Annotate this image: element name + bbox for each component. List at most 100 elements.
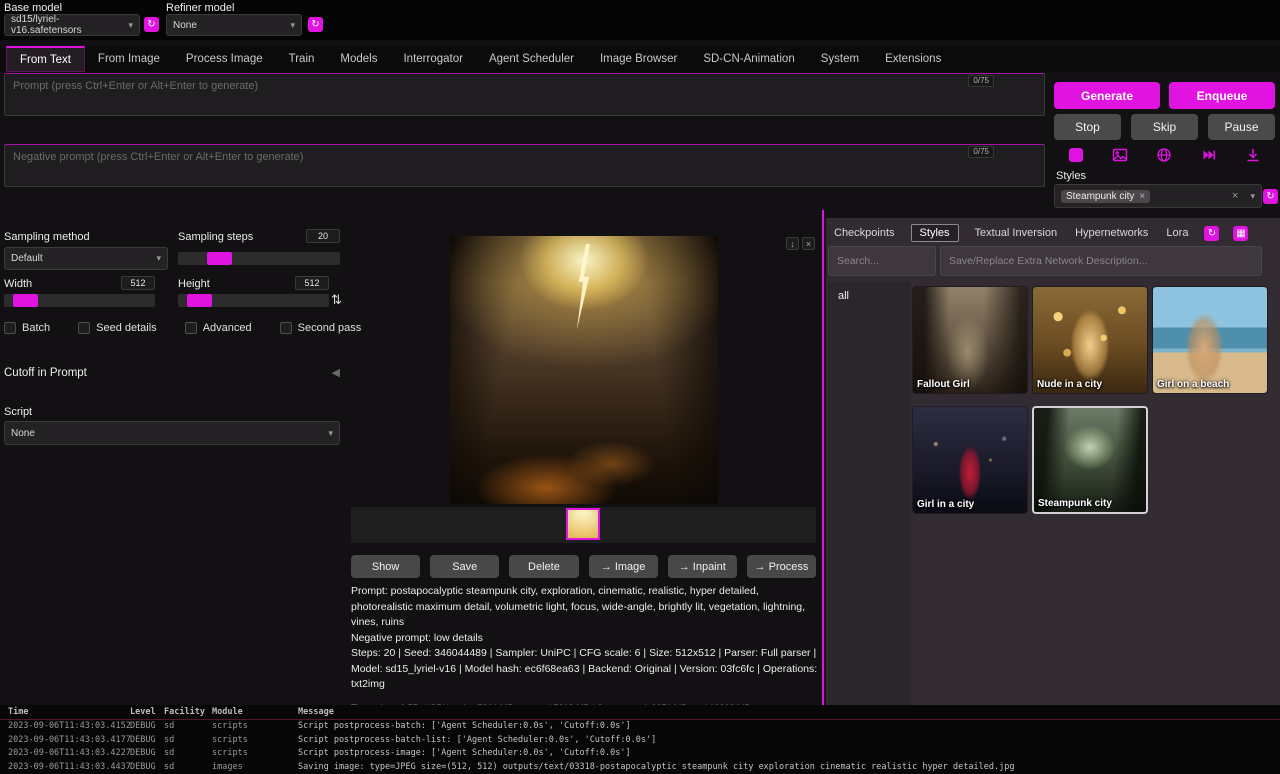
height-slider[interactable] bbox=[178, 294, 329, 307]
card-label: Steampunk city bbox=[1038, 498, 1112, 509]
style-card-nude-in-a-city[interactable]: Nude in a city bbox=[1032, 286, 1148, 394]
styles-select[interactable]: Steampunk city × × ▾ bbox=[1054, 184, 1262, 208]
send-to-process-button[interactable]: → Process bbox=[747, 555, 816, 578]
height-value[interactable]: 512 bbox=[295, 276, 329, 290]
log-console[interactable]: Time Level Facility Module Message 2023-… bbox=[0, 705, 1280, 774]
sampling-steps-label: Sampling steps bbox=[178, 231, 253, 243]
skip-button[interactable]: Skip bbox=[1131, 114, 1198, 140]
second-pass-checkbox[interactable]: Second pass bbox=[280, 322, 362, 334]
info-prompt-line: Prompt: postapocalyptic steampunk city, … bbox=[351, 584, 823, 631]
refiner-model-select[interactable]: None ▾ bbox=[166, 14, 302, 36]
tab-checkpoints[interactable]: Checkpoints bbox=[832, 224, 897, 242]
networks-folder-list: all bbox=[828, 282, 910, 708]
tab-textual-inversion[interactable]: Textual Inversion bbox=[973, 224, 1060, 242]
send-to-inpaint-button[interactable]: → Inpaint bbox=[668, 555, 737, 578]
batch-checkbox[interactable]: Batch bbox=[4, 322, 50, 334]
seed-details-checkbox[interactable]: Seed details bbox=[78, 322, 157, 334]
refresh-styles-button[interactable]: ↻ bbox=[1263, 189, 1278, 204]
folder-item-all[interactable]: all bbox=[828, 282, 910, 310]
script-label: Script bbox=[4, 406, 32, 418]
refresh-icon: ↻ bbox=[147, 19, 155, 30]
tab-hypernetworks[interactable]: Hypernetworks bbox=[1073, 224, 1150, 242]
generated-image[interactable] bbox=[450, 236, 718, 504]
clear-styles-icon[interactable]: × bbox=[1232, 190, 1238, 202]
negative-prompt-token-counter: 0/75 bbox=[968, 146, 994, 158]
log-header-module: Module bbox=[212, 705, 298, 719]
prompt-input[interactable] bbox=[5, 74, 1044, 115]
second-pass-checkbox-label: Second pass bbox=[298, 322, 362, 334]
checkbox-icon bbox=[185, 322, 197, 334]
download-icon bbox=[1245, 147, 1261, 163]
view-grid-button[interactable]: ▦ bbox=[1233, 226, 1248, 241]
style-card-fallout-girl[interactable]: Fallout Girl bbox=[912, 286, 1028, 394]
remove-style-icon[interactable]: × bbox=[1139, 191, 1145, 202]
swap-dimensions-button[interactable]: ⇅ bbox=[331, 292, 342, 308]
chevron-down-icon: ▾ bbox=[156, 253, 161, 264]
lightning-shape bbox=[572, 244, 596, 330]
tab-from-image[interactable]: From Image bbox=[85, 46, 173, 72]
slider-handle[interactable] bbox=[187, 294, 212, 307]
refresh-networks-button[interactable]: ↻ bbox=[1204, 226, 1219, 241]
script-select[interactable]: None ▾ bbox=[4, 421, 340, 445]
log-row: 2023-09-06T11:43:03.4227 DEBUG sd script… bbox=[0, 747, 1280, 761]
generate-button[interactable]: Generate bbox=[1054, 82, 1160, 109]
log-header-message: Message bbox=[298, 705, 1272, 719]
download-image-button[interactable]: ↓ bbox=[786, 237, 799, 250]
cutoff-accordion[interactable]: Cutoff in Prompt ◀ bbox=[4, 366, 340, 379]
refresh-refiner-model-button[interactable]: ↻ bbox=[308, 17, 323, 32]
tab-styles[interactable]: Styles bbox=[911, 224, 959, 242]
sampling-steps-value[interactable]: 20 bbox=[306, 229, 340, 243]
slider-handle[interactable] bbox=[207, 252, 232, 265]
style-cards-grid: Fallout Girl Nude in a city Girl on a be… bbox=[912, 286, 1268, 514]
tab-image-browser[interactable]: Image Browser bbox=[587, 46, 690, 72]
checkbox-icon bbox=[280, 322, 292, 334]
style-card-steampunk-city[interactable]: Steampunk city bbox=[1032, 406, 1148, 514]
style-card-girl-in-a-city[interactable]: Girl in a city bbox=[912, 406, 1028, 514]
pause-button[interactable]: Pause bbox=[1208, 114, 1275, 140]
tab-train[interactable]: Train bbox=[276, 46, 328, 72]
paste-image-button[interactable] bbox=[1111, 146, 1129, 164]
save-button[interactable]: Save bbox=[430, 555, 499, 578]
tab-process-image[interactable]: Process Image bbox=[173, 46, 276, 72]
tab-models[interactable]: Models bbox=[327, 46, 390, 72]
width-value[interactable]: 512 bbox=[121, 276, 155, 290]
tab-lora[interactable]: Lora bbox=[1164, 224, 1190, 242]
sampling-method-label: Sampling method bbox=[4, 231, 90, 243]
skip-forward-button[interactable] bbox=[1200, 146, 1218, 164]
prompt-box: 0/75 bbox=[4, 73, 1045, 116]
download-params-button[interactable] bbox=[1244, 146, 1262, 164]
sampling-steps-slider[interactable] bbox=[178, 252, 340, 265]
advanced-checkbox[interactable]: Advanced bbox=[185, 322, 252, 334]
stop-button[interactable]: Stop bbox=[1054, 114, 1121, 140]
refiner-model-value: None bbox=[173, 20, 197, 31]
style-tag[interactable]: Steampunk city × bbox=[1061, 190, 1150, 203]
delete-button[interactable]: Delete bbox=[509, 555, 578, 578]
tab-agent-scheduler[interactable]: Agent Scheduler bbox=[476, 46, 587, 72]
tab-extensions[interactable]: Extensions bbox=[872, 46, 954, 72]
send-to-image-button[interactable]: → Image bbox=[589, 555, 658, 578]
tab-interrogator[interactable]: Interrogator bbox=[390, 46, 475, 72]
gallery-thumbnail-selected[interactable] bbox=[566, 508, 600, 540]
enqueue-button[interactable]: Enqueue bbox=[1169, 82, 1275, 109]
network-button[interactable] bbox=[1155, 146, 1173, 164]
style-card-girl-on-a-beach[interactable]: Girl on a beach bbox=[1152, 286, 1268, 394]
log-level: DEBUG bbox=[130, 761, 164, 774]
tab-system[interactable]: System bbox=[808, 46, 872, 72]
image-icon bbox=[1112, 147, 1128, 163]
tab-sd-cn-animation[interactable]: SD-CN-Animation bbox=[690, 46, 807, 72]
slider-handle[interactable] bbox=[13, 294, 38, 307]
width-slider[interactable] bbox=[4, 294, 155, 307]
log-message: Saving image: type=JPEG size=(512, 512) … bbox=[298, 761, 1272, 774]
network-description-input[interactable] bbox=[940, 246, 1262, 276]
sampling-method-select[interactable]: Default ▾ bbox=[4, 247, 168, 270]
close-image-button[interactable]: × bbox=[802, 237, 815, 250]
base-model-select[interactable]: sd15/lyriel-v16.safetensors ▾ bbox=[4, 14, 140, 36]
negative-prompt-box: 0/75 bbox=[4, 144, 1045, 187]
show-button[interactable]: Show bbox=[351, 555, 420, 578]
apply-style-button[interactable] bbox=[1067, 146, 1085, 164]
tab-from-text[interactable]: From Text bbox=[6, 46, 85, 72]
refresh-base-model-button[interactable]: ↻ bbox=[144, 17, 159, 32]
networks-search-input[interactable] bbox=[828, 246, 936, 276]
negative-prompt-input[interactable] bbox=[5, 145, 1044, 186]
networks-tab-bar: Checkpoints Styles Textual Inversion Hyp… bbox=[832, 224, 1276, 242]
